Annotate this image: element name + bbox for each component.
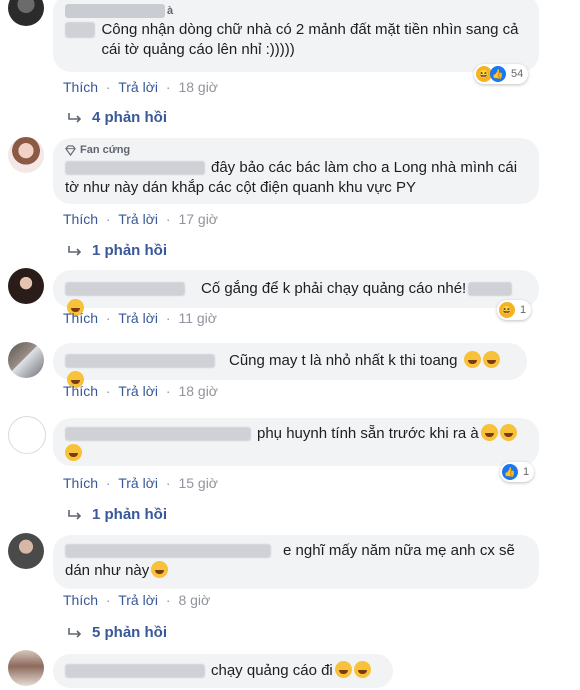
commenter-name[interactable] bbox=[65, 354, 215, 369]
comment-text: Cố gắng để k phải chạy quảng cáo nhé! bbox=[201, 280, 467, 297]
diamond-icon bbox=[65, 144, 76, 156]
like-link[interactable]: Thích bbox=[63, 310, 98, 326]
like-link[interactable]: Thích bbox=[63, 79, 98, 95]
commenter-name[interactable] bbox=[65, 664, 205, 679]
laugh-emoji-icon bbox=[334, 661, 352, 678]
comment-actions: Thích · Trả lời · 17 giờ bbox=[63, 211, 218, 227]
comment-text: Cũng may t là nhỏ nhất k thi toang bbox=[229, 352, 458, 369]
view-replies[interactable]: 5 phản hồi bbox=[66, 624, 167, 641]
replies-count: 1 phản hồi bbox=[92, 506, 167, 523]
avatar[interactable] bbox=[8, 342, 44, 378]
comment-bubble: chạy quảng cáo đi bbox=[53, 654, 393, 688]
timestamp[interactable]: 18 giờ bbox=[178, 383, 218, 399]
sad-emoji-icon bbox=[151, 561, 169, 578]
like-link[interactable]: Thích bbox=[63, 475, 98, 491]
comment-actions: Thích · Trả lời · 18 giờ bbox=[63, 383, 218, 399]
timestamp[interactable]: 15 giờ bbox=[178, 475, 218, 491]
haha-reaction-icon: 😆 bbox=[499, 302, 515, 318]
comment-bubble: Cố gắng để k phải chạy quảng cáo nhé! bbox=[53, 270, 539, 316]
commenter-name[interactable] bbox=[65, 282, 185, 297]
comment-text: Công nhận dòng chữ nhà có 2 mảnh đất mặt… bbox=[101, 21, 519, 58]
reaction-summary[interactable]: 😆 👍 54 bbox=[474, 64, 529, 84]
replies-count: 4 phản hồi bbox=[92, 109, 167, 126]
like-reaction-icon: 👍 bbox=[502, 464, 518, 480]
grin-emoji-icon bbox=[480, 424, 498, 441]
like-link[interactable]: Thích bbox=[63, 592, 98, 608]
comment-bubble: e nghĩ mấy năm nữa mẹ anh cx sẽ dán như … bbox=[53, 535, 539, 589]
reply-arrow-icon bbox=[68, 245, 82, 256]
rofl-emoji-icon bbox=[353, 661, 371, 678]
grimace-emoji-icon bbox=[463, 351, 481, 368]
reaction-count: 1 bbox=[523, 466, 530, 478]
reply-link[interactable]: Trả lời bbox=[118, 475, 158, 491]
timestamp[interactable]: 18 giờ bbox=[178, 79, 218, 95]
reaction-summary[interactable]: 👍 1 bbox=[500, 462, 535, 482]
reaction-count: 54 bbox=[511, 68, 524, 80]
fan-badge: Fan cứng bbox=[65, 143, 527, 157]
comment-bubble: à Công nhận dòng chữ nhà có 2 mảnh đất m… bbox=[53, 0, 539, 72]
comment-actions: Thích · Trả lời · 15 giờ bbox=[63, 475, 218, 491]
timestamp[interactable]: 11 giờ bbox=[178, 310, 217, 326]
reply-link[interactable]: Trả lời bbox=[118, 592, 158, 608]
comment-bubble: Cũng may t là nhỏ nhất k thi toang bbox=[53, 343, 527, 388]
grin-emoji-icon bbox=[499, 424, 517, 441]
mention-blur bbox=[65, 22, 96, 38]
fan-badge-label: Fan cứng bbox=[80, 144, 131, 156]
avatar[interactable] bbox=[8, 268, 44, 304]
reply-link[interactable]: Trả lời bbox=[118, 211, 158, 227]
commenter-name[interactable] bbox=[65, 161, 205, 176]
avatar[interactable] bbox=[8, 137, 44, 173]
avatar[interactable] bbox=[8, 650, 44, 686]
comment-text: chạy quảng cáo đi bbox=[211, 662, 333, 679]
grin-emoji-icon bbox=[65, 444, 82, 461]
comment-bubble: phụ huynh tính sẵn trước khi ra à bbox=[53, 418, 539, 466]
replies-count: 5 phản hồi bbox=[92, 624, 167, 641]
comment-actions: Thích · Trả lời · 11 giờ bbox=[63, 310, 217, 326]
commenter-name[interactable] bbox=[65, 427, 251, 442]
view-replies[interactable]: 4 phản hồi bbox=[66, 109, 167, 126]
grimace-emoji-icon bbox=[482, 351, 500, 368]
like-reaction-icon: 👍 bbox=[490, 66, 506, 82]
comment-bubble: Fan cứng đây bảo các bác làm cho a Long … bbox=[53, 138, 539, 204]
like-link[interactable]: Thích bbox=[63, 211, 98, 227]
replies-count: 1 phản hồi bbox=[92, 242, 167, 259]
comment-text: phụ huynh tính sẵn trước khi ra à bbox=[257, 425, 479, 442]
reaction-count: 1 bbox=[520, 304, 527, 316]
commenter-name[interactable] bbox=[65, 544, 271, 559]
comment-actions: Thích · Trả lời · 18 giờ bbox=[63, 79, 218, 95]
comment-actions: Thích · Trả lời · 8 giờ bbox=[63, 592, 211, 608]
reply-arrow-icon bbox=[68, 509, 82, 520]
commenter-name[interactable] bbox=[65, 4, 165, 18]
commenter-name-partial: à bbox=[167, 5, 174, 17]
avatar[interactable] bbox=[8, 0, 44, 26]
view-replies[interactable]: 1 phản hồi bbox=[66, 506, 167, 523]
timestamp[interactable]: 17 giờ bbox=[178, 211, 218, 227]
view-replies[interactable]: 1 phản hồi bbox=[66, 242, 167, 259]
reply-link[interactable]: Trả lời bbox=[118, 310, 158, 326]
mention-blur bbox=[468, 282, 513, 297]
avatar[interactable] bbox=[8, 416, 46, 454]
reaction-summary[interactable]: 😆 1 bbox=[497, 300, 532, 320]
reply-link[interactable]: Trả lời bbox=[118, 79, 158, 95]
timestamp[interactable]: 8 giờ bbox=[178, 592, 210, 608]
reply-arrow-icon bbox=[68, 627, 82, 638]
reply-arrow-icon bbox=[68, 112, 82, 123]
like-link[interactable]: Thích bbox=[63, 383, 98, 399]
reply-link[interactable]: Trả lời bbox=[118, 383, 158, 399]
avatar[interactable] bbox=[8, 533, 44, 569]
